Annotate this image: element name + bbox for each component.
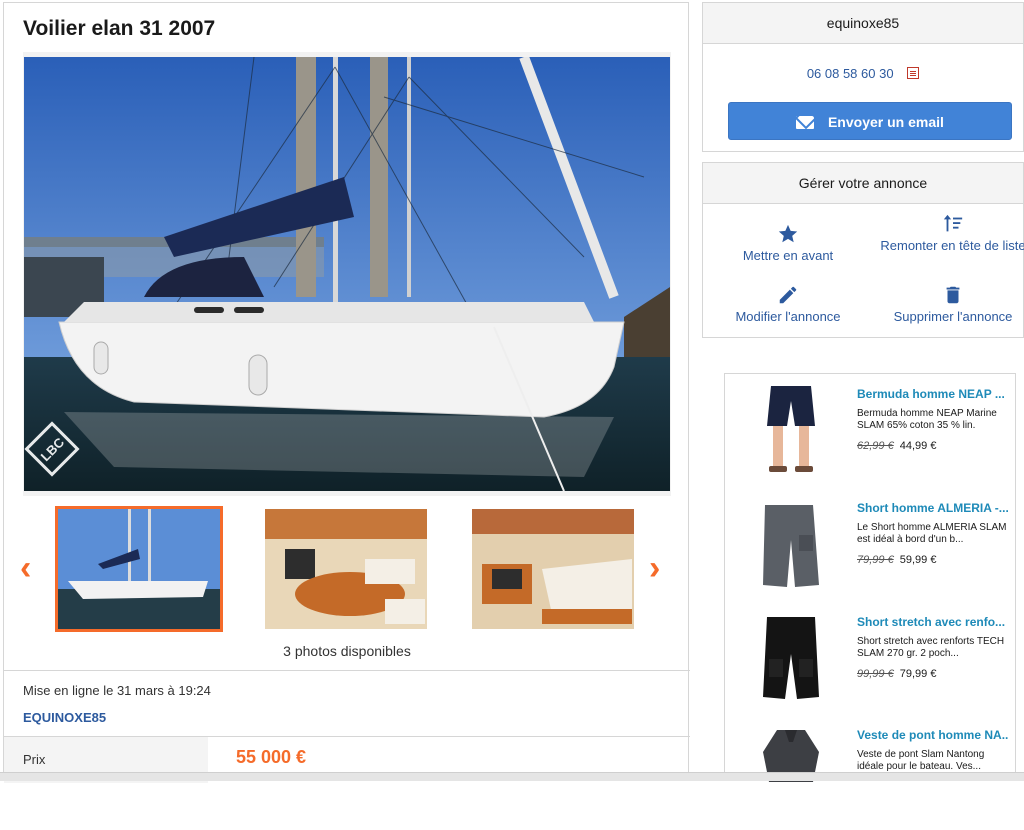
price-label: Prix xyxy=(23,752,46,767)
send-email-label: Envoyer un email xyxy=(827,114,944,130)
ad-price: 79,99 € 59,99 € xyxy=(857,554,936,566)
divider xyxy=(4,670,690,671)
phone-number[interactable]: 06 08 58 60 30 xyxy=(807,66,894,81)
ad-title[interactable]: Short stretch avec renfo... xyxy=(857,615,1009,629)
envelope-icon xyxy=(796,116,815,129)
listing-card: Voilier elan 31 2007 LBC ‹ › 3 photos di… xyxy=(3,2,690,783)
thumbnail-1[interactable] xyxy=(55,506,223,632)
trash-icon xyxy=(946,286,960,304)
price-value: 55 000 € xyxy=(236,747,307,767)
ad-old-price: 62,99 € xyxy=(857,440,894,452)
browser-status-bar xyxy=(0,772,1024,781)
ad-image-short-stretch xyxy=(753,609,829,709)
edit-listing-action[interactable]: Modifier l'annonce xyxy=(713,284,863,326)
bump-listing-action[interactable]: Remonter en tête de liste xyxy=(878,213,1024,255)
manage-listing-card: Gérer votre annonce Mettre en avant Remo… xyxy=(702,162,1024,338)
main-photo[interactable]: LBC xyxy=(23,52,671,496)
ad-title[interactable]: Bermuda homme NEAP ... xyxy=(857,387,1009,401)
ad-description: Le Short homme ALMERIA SLAM est idéal à … xyxy=(857,522,1007,545)
chevron-left-icon[interactable]: ‹ xyxy=(20,551,44,585)
phone-row: 06 08 58 60 30 xyxy=(703,66,1023,81)
seller-username: equinoxe85 xyxy=(703,3,1023,44)
ad-item[interactable]: Bermuda homme NEAP ... Bermuda homme NEA… xyxy=(725,377,1015,489)
ad-old-price: 99,99 € xyxy=(857,668,894,680)
photos-count: 3 photos disponibles xyxy=(283,643,411,659)
delete-listing-label: Supprimer l'annonce xyxy=(893,309,1013,324)
seller-contact-card: equinoxe85 06 08 58 60 30 Envoyer un ema… xyxy=(702,2,1024,152)
sort-up-icon xyxy=(943,214,963,232)
ad-old-price: 79,99 € xyxy=(857,554,894,566)
ad-new-price: 44,99 € xyxy=(899,440,937,452)
ad-description: Bermuda homme NEAP Marine SLAM 65% coton… xyxy=(857,408,997,431)
ad-description: Short stretch avec renforts TECH SLAM 27… xyxy=(857,636,1005,659)
listing-title: Voilier elan 31 2007 xyxy=(23,17,216,40)
ad-image-short-almeria xyxy=(753,495,829,595)
thumbnail-2[interactable] xyxy=(265,509,427,629)
sponsored-ads: Bermuda homme NEAP ... Bermuda homme NEA… xyxy=(724,373,1016,822)
delete-listing-action[interactable]: Supprimer l'annonce xyxy=(878,284,1024,326)
ad-image-bermuda xyxy=(753,381,829,481)
ad-price: 99,99 € 79,99 € xyxy=(857,668,936,680)
bump-listing-label: Remonter en tête de liste xyxy=(880,238,1024,253)
sailboat-photo: LBC xyxy=(24,57,670,491)
ad-description: Veste de pont Slam Nantong idéale pour l… xyxy=(857,749,985,772)
feature-listing-action[interactable]: Mettre en avant xyxy=(713,223,863,265)
send-email-button[interactable]: Envoyer un email xyxy=(728,102,1012,140)
ad-new-price: 79,99 € xyxy=(899,668,937,680)
posted-date: Mise en ligne le 31 mars à 19:24 xyxy=(23,683,211,698)
pencil-icon xyxy=(779,286,797,304)
seller-link[interactable]: EQUINOXE85 xyxy=(23,710,106,725)
ad-title[interactable]: Veste de pont homme NA... xyxy=(857,728,1009,742)
ad-price: 62,99 € 44,99 € xyxy=(857,440,936,452)
feature-listing-label: Mettre en avant xyxy=(742,248,834,263)
thumbnail-3[interactable] xyxy=(472,509,634,629)
ad-title[interactable]: Short homme ALMERIA -... xyxy=(857,501,1009,515)
photo-gallery: ‹ › xyxy=(4,503,690,638)
star-icon xyxy=(778,224,798,243)
chevron-right-icon[interactable]: › xyxy=(649,551,673,585)
ad-new-price: 59,99 € xyxy=(899,554,937,566)
edit-listing-label: Modifier l'annonce xyxy=(735,309,841,324)
ad-item[interactable]: Short stretch avec renfo... Short stretc… xyxy=(725,605,1015,717)
report-icon[interactable] xyxy=(907,67,920,79)
ad-item[interactable]: Short homme ALMERIA -... Le Short homme … xyxy=(725,491,1015,603)
manage-title: Gérer votre annonce xyxy=(703,163,1023,204)
